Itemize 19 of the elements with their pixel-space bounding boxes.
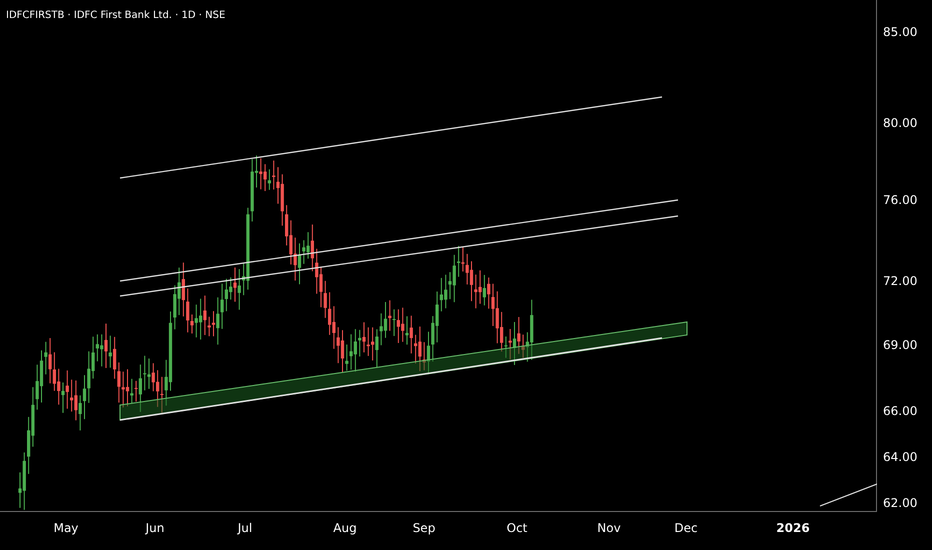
time-label: Sep (412, 520, 436, 537)
price-label: 85.00 (883, 25, 918, 39)
time-label: May (54, 520, 78, 537)
price-label: 80.00 (883, 116, 918, 130)
trend-line (820, 483, 877, 507)
price-label: 64.00 (883, 450, 918, 464)
price-label: 62.00 (883, 496, 918, 510)
time-label: Jul (238, 520, 252, 537)
time-label: Nov (597, 520, 621, 537)
time-label: Aug (333, 520, 357, 537)
price-label: 66.00 (883, 404, 918, 418)
time-label: 2026 (776, 520, 810, 537)
time-label: Dec (674, 520, 698, 537)
symbol-title: IDFCFIRSTB · IDFC First Bank Ltd. · 1D · NSE (6, 9, 226, 23)
time-label: Oct (506, 520, 528, 537)
price-label: 76.00 (883, 192, 918, 207)
price-label: 72.00 (883, 274, 918, 288)
price-label: 69.00 (883, 338, 918, 352)
time-label: Jun (146, 520, 164, 537)
